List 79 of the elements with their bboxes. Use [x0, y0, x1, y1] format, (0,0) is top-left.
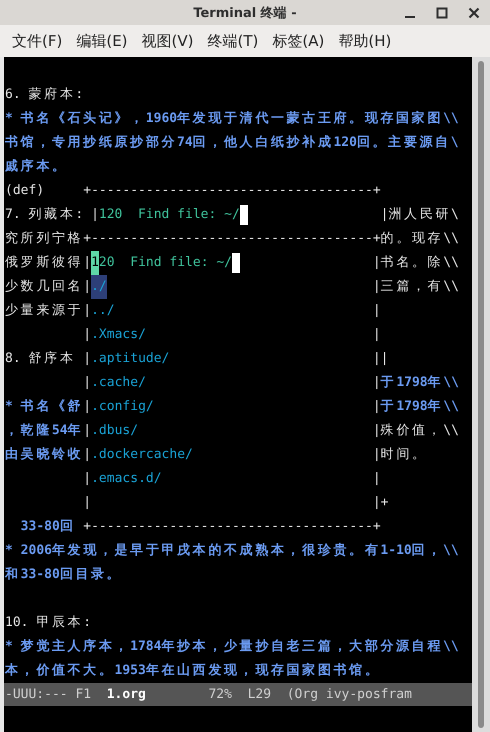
body-text: 的。现存\\	[380, 230, 459, 248]
popup-border: |	[372, 398, 381, 416]
directory-item[interactable]: ../	[91, 299, 115, 323]
popup-border: |	[372, 422, 381, 440]
popup-border: |	[372, 494, 381, 512]
note-text: 由吴晓铃收	[5, 446, 82, 464]
note-text: 戚序本。	[5, 158, 66, 176]
body-text: 少数几回名	[5, 278, 82, 296]
popup-border: |	[372, 278, 381, 296]
body-text: 少量来源于	[5, 302, 82, 320]
popup-border: |	[91, 206, 99, 224]
directory-item[interactable]: .emacs.d/	[91, 467, 162, 491]
mode-line-text: 72%	[208, 686, 232, 704]
prompt-text: 120 Find file: ~/	[98, 206, 240, 224]
match-highlight: 1	[91, 251, 99, 275]
note-text: ，乾隆54年	[5, 422, 82, 440]
body-text: 殊价值，\\	[380, 422, 459, 440]
window-title: Terminal 终端 -	[193, 4, 297, 22]
scrollbar[interactable]	[472, 57, 490, 732]
popup-border: |	[83, 254, 92, 272]
popup-border: +------------------------------------+	[83, 230, 381, 248]
popup-border: |	[372, 470, 381, 488]
buffer-name: 1.org	[106, 686, 146, 704]
maximize-icon[interactable]	[436, 7, 448, 19]
menu-item[interactable]: 文件(F)	[9, 30, 66, 52]
body-text: 俄罗斯彼得	[5, 254, 82, 272]
directory-item[interactable]: .aptitude/	[91, 347, 170, 371]
popup-border: |	[83, 494, 92, 512]
popup-border: |	[372, 302, 381, 320]
popup-border: |	[83, 374, 92, 392]
body-text: 时间。	[380, 446, 426, 464]
body-text: 7. 列藏本:	[5, 206, 84, 224]
prompt-text: 20 Find file: ~/	[98, 254, 232, 272]
menu-item[interactable]: 标签(A)	[269, 30, 328, 52]
popup-border: +	[380, 494, 388, 512]
directory-item[interactable]: .dockercache/	[91, 443, 193, 467]
popup-border: |	[372, 446, 381, 464]
body-text: 10. 甲辰本:	[5, 614, 92, 632]
note-text: * 书名《舒	[5, 398, 82, 416]
close-icon[interactable]	[468, 7, 480, 19]
menu-item[interactable]: 帮助(H)	[335, 30, 394, 52]
body-text: 8. 舒序本	[5, 350, 74, 368]
directory-item[interactable]: .Xmacs/	[91, 323, 146, 347]
popup-border: +------------------------------------+	[83, 182, 381, 200]
menu-item[interactable]: 编辑(E)	[73, 30, 131, 52]
body-text: 究所列宁格	[5, 230, 82, 248]
scrollbar-thumb[interactable]	[478, 61, 484, 728]
body-text: 三篇，有\\	[380, 278, 459, 296]
directory-item[interactable]: .cache/	[91, 371, 146, 395]
note-text: * 书名《石头记》，1960年发现于清代一蒙古王府。现存国家图\\	[5, 110, 459, 128]
body-text: (def)	[5, 182, 44, 200]
menu-item[interactable]: 终端(T)	[204, 30, 262, 52]
popup-border: |	[83, 350, 92, 368]
menu-item[interactable]: 视图(V)	[138, 30, 196, 52]
note-text: 33-80回	[20, 518, 74, 536]
popup-border: |	[372, 350, 381, 368]
popup-border: |	[372, 374, 381, 392]
popup-border: |	[83, 278, 92, 296]
popup-border: +------------------------------------+	[83, 518, 381, 536]
body-text: 6. 蒙府本:	[5, 86, 84, 104]
popup-border: |	[83, 326, 92, 344]
popup-border: |	[380, 350, 388, 368]
popup-border: |	[83, 302, 92, 320]
mode-line-text: (Org ivy-posfram	[286, 686, 412, 704]
popup-border: |	[372, 326, 381, 344]
popup-border: |	[372, 254, 381, 272]
body-text: 书名。除\\	[380, 254, 459, 272]
popup-border: |	[83, 446, 92, 464]
directory-item[interactable]: .config/	[91, 395, 154, 419]
popup-border: |	[83, 470, 92, 488]
directory-item[interactable]: .dbus/	[91, 419, 138, 443]
body-text: 洲人民研\	[388, 206, 459, 224]
mode-line-text: L29	[248, 686, 272, 704]
note-text: 本，价值不大。1953年在山西发现，现存国家图书馆。	[5, 662, 379, 680]
popup-border: |	[380, 206, 388, 224]
note-text: * 梦觉主人序本，1784年抄本，少量抄自老三篇，大部分源自程\\	[5, 638, 459, 656]
popup-border: |	[83, 422, 92, 440]
popup-border: |	[83, 398, 92, 416]
mode-line-text: -UUU:--- F1	[5, 686, 92, 704]
